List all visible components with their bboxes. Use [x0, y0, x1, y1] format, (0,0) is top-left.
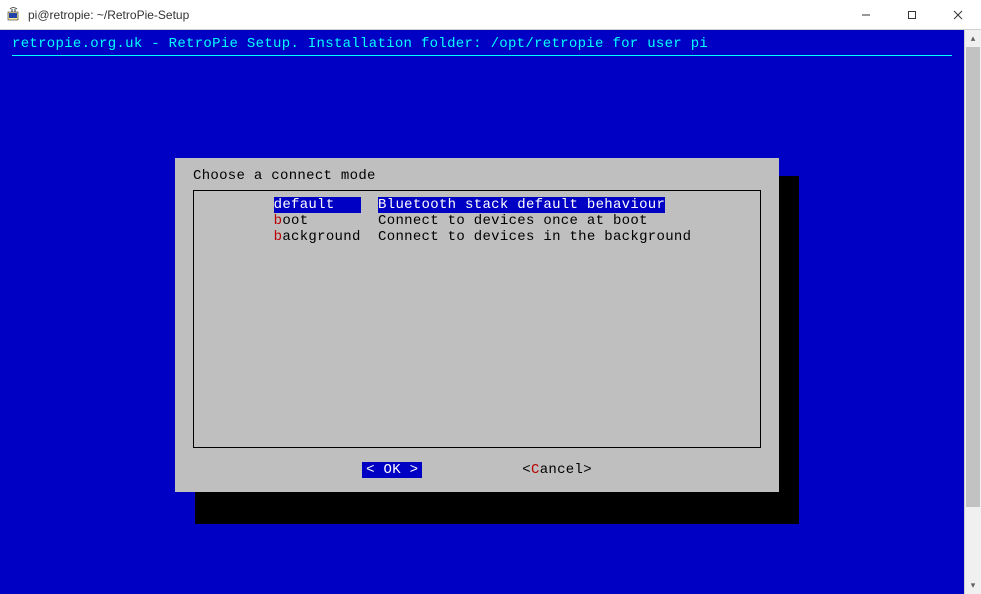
dialog-container: Choose a connect mode default Bluetooth … — [175, 158, 779, 492]
cancel-button[interactable]: <Cancel> — [522, 462, 592, 478]
terminal-content: retropie.org.uk - RetroPie Setup. Instal… — [0, 30, 964, 70]
vertical-scrollbar[interactable]: ▴ ▾ — [964, 30, 981, 594]
option-default[interactable]: default Bluetooth stack default behaviou… — [204, 197, 750, 213]
window-controls — [843, 0, 981, 29]
dialog-buttons: < OK > <Cancel> — [193, 462, 761, 478]
header-text: retropie.org.uk - RetroPie Setup. Instal… — [12, 36, 952, 52]
dialog-prompt: Choose a connect mode — [193, 168, 761, 184]
app-body: retropie.org.uk - RetroPie Setup. Instal… — [0, 30, 981, 594]
option-boot[interactable]: boot Connect to devices once at boot — [204, 213, 750, 229]
dialog: Choose a connect mode default Bluetooth … — [175, 158, 779, 492]
scroll-up-arrow[interactable]: ▴ — [965, 30, 981, 47]
minimize-button[interactable] — [843, 0, 889, 29]
ok-button[interactable]: < OK > — [362, 462, 422, 478]
scroll-thumb[interactable] — [966, 47, 980, 507]
scroll-down-arrow[interactable]: ▾ — [965, 577, 981, 594]
maximize-button[interactable] — [889, 0, 935, 29]
terminal-area: retropie.org.uk - RetroPie Setup. Instal… — [0, 30, 964, 594]
close-button[interactable] — [935, 0, 981, 29]
window-title: pi@retropie: ~/RetroPie-Setup — [28, 8, 843, 22]
dialog-options-box: default Bluetooth stack default behaviou… — [193, 190, 761, 448]
header-underline — [12, 55, 952, 56]
putty-icon — [6, 7, 22, 23]
option-background[interactable]: background Connect to devices in the bac… — [204, 229, 750, 245]
window-titlebar: pi@retropie: ~/RetroPie-Setup — [0, 0, 981, 30]
